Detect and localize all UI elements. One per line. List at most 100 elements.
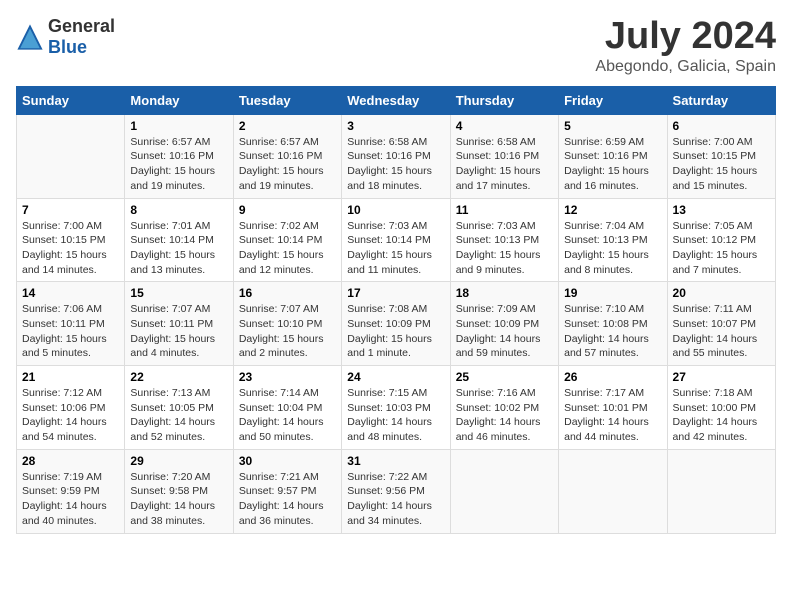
day-info: Sunrise: 7:05 AM Sunset: 10:12 PM Daylig… [673, 219, 770, 278]
header-saturday: Saturday [667, 86, 775, 114]
day-number: 25 [456, 370, 553, 384]
calendar-cell: 23 Sunrise: 7:14 AM Sunset: 10:04 PM Dayl… [233, 366, 341, 450]
calendar-week-row: 28Sunrise: 7:19 AM Sunset: 9:59 PM Dayli… [17, 449, 776, 533]
day-info: Sunrise: 7:00 AM Sunset: 10:15 PM Daylig… [22, 219, 119, 278]
calendar-week-row: 14 Sunrise: 7:06 AM Sunset: 10:11 PM Dayl… [17, 282, 776, 366]
calendar-cell: 5 Sunrise: 6:59 AM Sunset: 10:16 PM Dayli… [559, 114, 667, 198]
calendar-cell: 30Sunrise: 7:21 AM Sunset: 9:57 PM Dayli… [233, 449, 341, 533]
day-number: 23 [239, 370, 336, 384]
calendar-cell: 31Sunrise: 7:22 AM Sunset: 9:56 PM Dayli… [342, 449, 450, 533]
calendar-cell: 19Sunrise: 7:10 AM Sunset: 10:08 PM Dayl… [559, 282, 667, 366]
logo-blue: Blue [48, 37, 87, 57]
calendar-cell: 9 Sunrise: 7:02 AM Sunset: 10:14 PM Dayli… [233, 198, 341, 282]
day-number: 24 [347, 370, 444, 384]
day-info: Sunrise: 6:57 AM Sunset: 10:16 PM Daylig… [239, 135, 336, 194]
calendar-cell: 27 Sunrise: 7:18 AM Sunset: 10:00 PM Dayl… [667, 366, 775, 450]
day-info: Sunrise: 7:20 AM Sunset: 9:58 PM Dayligh… [130, 470, 227, 529]
day-number: 6 [673, 119, 770, 133]
day-number: 4 [456, 119, 553, 133]
calendar-cell: 3 Sunrise: 6:58 AM Sunset: 10:16 PM Dayli… [342, 114, 450, 198]
logo-text: General Blue [48, 16, 115, 58]
calendar-cell [17, 114, 125, 198]
logo: General Blue [16, 16, 115, 58]
calendar-cell: 28Sunrise: 7:19 AM Sunset: 9:59 PM Dayli… [17, 449, 125, 533]
calendar-week-row: 7Sunrise: 7:00 AM Sunset: 10:15 PM Dayli… [17, 198, 776, 282]
calendar-cell: 17 Sunrise: 7:08 AM Sunset: 10:09 PM Dayl… [342, 282, 450, 366]
calendar-cell: 10 Sunrise: 7:03 AM Sunset: 10:14 PM Dayl… [342, 198, 450, 282]
day-info: Sunrise: 7:15 AM Sunset: 10:03 PM Daylig… [347, 386, 444, 445]
calendar-cell: 26Sunrise: 7:17 AM Sunset: 10:01 PM Dayl… [559, 366, 667, 450]
calendar-cell: 6 Sunrise: 7:00 AM Sunset: 10:15 PM Dayli… [667, 114, 775, 198]
day-number: 20 [673, 286, 770, 300]
day-info: Sunrise: 7:07 AM Sunset: 10:11 PM Daylig… [130, 302, 227, 361]
day-info: Sunrise: 7:19 AM Sunset: 9:59 PM Dayligh… [22, 470, 119, 529]
day-number: 15 [130, 286, 227, 300]
calendar-cell [450, 449, 558, 533]
day-number: 3 [347, 119, 444, 133]
calendar-table: SundayMondayTuesdayWednesdayThursdayFrid… [16, 86, 776, 534]
calendar-cell [559, 449, 667, 533]
day-info: Sunrise: 7:01 AM Sunset: 10:14 PM Daylig… [130, 219, 227, 278]
calendar-cell: 11 Sunrise: 7:03 AM Sunset: 10:13 PM Dayl… [450, 198, 558, 282]
calendar-cell: 15 Sunrise: 7:07 AM Sunset: 10:11 PM Dayl… [125, 282, 233, 366]
calendar-cell: 1Sunrise: 6:57 AM Sunset: 10:16 PM Dayli… [125, 114, 233, 198]
header-sunday: Sunday [17, 86, 125, 114]
calendar-cell: 24 Sunrise: 7:15 AM Sunset: 10:03 PM Dayl… [342, 366, 450, 450]
day-info: Sunrise: 7:04 AM Sunset: 10:13 PM Daylig… [564, 219, 661, 278]
day-info: Sunrise: 6:59 AM Sunset: 10:16 PM Daylig… [564, 135, 661, 194]
day-number: 22 [130, 370, 227, 384]
day-number: 9 [239, 203, 336, 217]
day-info: Sunrise: 7:09 AM Sunset: 10:09 PM Daylig… [456, 302, 553, 361]
day-number: 13 [673, 203, 770, 217]
day-number: 19 [564, 286, 661, 300]
page-header: General Blue July 2024 Abegondo, Galicia… [16, 16, 776, 76]
day-number: 18 [456, 286, 553, 300]
calendar-cell [667, 449, 775, 533]
day-number: 31 [347, 454, 444, 468]
header-friday: Friday [559, 86, 667, 114]
day-number: 11 [456, 203, 553, 217]
day-info: Sunrise: 7:02 AM Sunset: 10:14 PM Daylig… [239, 219, 336, 278]
day-number: 10 [347, 203, 444, 217]
calendar-week-row: 21Sunrise: 7:12 AM Sunset: 10:06 PM Dayl… [17, 366, 776, 450]
day-number: 30 [239, 454, 336, 468]
day-info: Sunrise: 6:58 AM Sunset: 10:16 PM Daylig… [456, 135, 553, 194]
day-info: Sunrise: 7:08 AM Sunset: 10:09 PM Daylig… [347, 302, 444, 361]
day-info: Sunrise: 7:06 AM Sunset: 10:11 PM Daylig… [22, 302, 119, 361]
day-info: Sunrise: 7:03 AM Sunset: 10:14 PM Daylig… [347, 219, 444, 278]
day-info: Sunrise: 7:14 AM Sunset: 10:04 PM Daylig… [239, 386, 336, 445]
calendar-cell: 14 Sunrise: 7:06 AM Sunset: 10:11 PM Dayl… [17, 282, 125, 366]
day-number: 2 [239, 119, 336, 133]
calendar-cell: 4 Sunrise: 6:58 AM Sunset: 10:16 PM Dayli… [450, 114, 558, 198]
calendar-cell: 7Sunrise: 7:00 AM Sunset: 10:15 PM Dayli… [17, 198, 125, 282]
header-monday: Monday [125, 86, 233, 114]
calendar-cell: 21Sunrise: 7:12 AM Sunset: 10:06 PM Dayl… [17, 366, 125, 450]
day-number: 21 [22, 370, 119, 384]
day-number: 8 [130, 203, 227, 217]
day-number: 14 [22, 286, 119, 300]
day-number: 17 [347, 286, 444, 300]
day-number: 5 [564, 119, 661, 133]
general-blue-logo-icon [16, 23, 44, 51]
logo-general: General [48, 16, 115, 36]
day-info: Sunrise: 7:07 AM Sunset: 10:10 PM Daylig… [239, 302, 336, 361]
calendar-body: 1 Sunrise: 6:57 AM Sunset: 10:16 PM Dayli… [17, 114, 776, 533]
calendar-subtitle: Abegondo, Galicia, Spain [595, 58, 776, 76]
header-tuesday: Tuesday [233, 86, 341, 114]
day-info: Sunrise: 7:18 AM Sunset: 10:00 PM Daylig… [673, 386, 770, 445]
day-info: Sunrise: 6:58 AM Sunset: 10:16 PM Daylig… [347, 135, 444, 194]
header-wednesday: Wednesday [342, 86, 450, 114]
calendar-cell: 20 Sunrise: 7:11 AM Sunset: 10:07 PM Dayl… [667, 282, 775, 366]
header-row: SundayMondayTuesdayWednesdayThursdayFrid… [17, 86, 776, 114]
day-info: Sunrise: 7:03 AM Sunset: 10:13 PM Daylig… [456, 219, 553, 278]
day-number: 1 [130, 119, 227, 133]
calendar-cell: 13 Sunrise: 7:05 AM Sunset: 10:12 PM Dayl… [667, 198, 775, 282]
day-info: Sunrise: 7:11 AM Sunset: 10:07 PM Daylig… [673, 302, 770, 361]
calendar-week-row: 1 Sunrise: 6:57 AM Sunset: 10:16 PM Dayli… [17, 114, 776, 198]
day-number: 27 [673, 370, 770, 384]
day-info: Sunrise: 7:13 AM Sunset: 10:05 PM Daylig… [130, 386, 227, 445]
day-info: Sunrise: 7:00 AM Sunset: 10:15 PM Daylig… [673, 135, 770, 194]
day-number: 16 [239, 286, 336, 300]
header-thursday: Thursday [450, 86, 558, 114]
day-number: 29 [130, 454, 227, 468]
